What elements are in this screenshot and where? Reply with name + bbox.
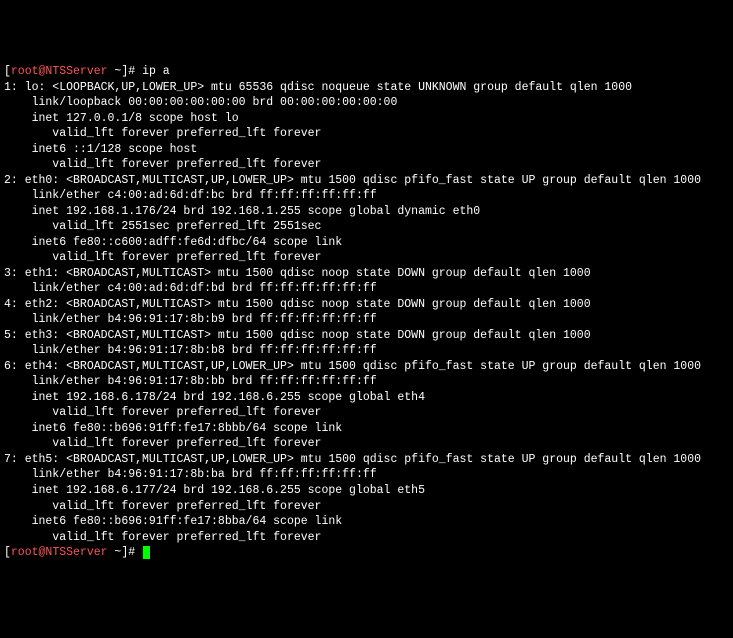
- output-line: inet6 fe80::b696:91ff:fe17:8bba/64 scope…: [4, 514, 729, 530]
- output-line: inet6 fe80::c600:adff:fe6d:dfbc/64 scope…: [4, 235, 729, 251]
- prompt-open: [: [4, 546, 11, 559]
- output-line: inet6 ::1/128 scope host: [4, 142, 729, 158]
- output-line: link/ether c4:00:ad:6d:df:bd brd ff:ff:f…: [4, 281, 729, 297]
- output-line: link/loopback 00:00:00:00:00:00 brd 00:0…: [4, 95, 729, 111]
- output-line: valid_lft forever preferred_lft forever: [4, 530, 729, 546]
- output-line: inet 192.168.1.176/24 brd 192.168.1.255 …: [4, 204, 729, 220]
- output-line: valid_lft forever preferred_lft forever: [4, 250, 729, 266]
- output-line: valid_lft 2551sec preferred_lft 2551sec: [4, 219, 729, 235]
- cursor: [143, 546, 150, 559]
- output-line: 1: lo: <LOOPBACK,UP,LOWER_UP> mtu 65536 …: [4, 80, 729, 96]
- command-output: 1: lo: <LOOPBACK,UP,LOWER_UP> mtu 65536 …: [4, 80, 729, 545]
- output-line: 5: eth3: <BROADCAST,MULTICAST> mtu 1500 …: [4, 328, 729, 344]
- prompt-user-host: root@NTSServer: [11, 65, 108, 78]
- terminal-prompt-line: [root@NTSServer ~]#: [4, 545, 729, 561]
- output-line: link/ether b4:96:91:17:8b:b8 brd ff:ff:f…: [4, 343, 729, 359]
- command-text: ip a: [142, 65, 170, 78]
- output-line: inet6 fe80::b696:91ff:fe17:8bbb/64 scope…: [4, 421, 729, 437]
- output-line: valid_lft forever preferred_lft forever: [4, 126, 729, 142]
- output-line: valid_lft forever preferred_lft forever: [4, 157, 729, 173]
- prompt-path: ~: [108, 546, 122, 559]
- output-line: link/ether b4:96:91:17:8b:ba brd ff:ff:f…: [4, 467, 729, 483]
- output-line: 4: eth2: <BROADCAST,MULTICAST> mtu 1500 …: [4, 297, 729, 313]
- output-line: inet 192.168.6.177/24 brd 192.168.6.255 …: [4, 483, 729, 499]
- output-line: link/ether c4:00:ad:6d:df:bc brd ff:ff:f…: [4, 188, 729, 204]
- output-line: link/ether b4:96:91:17:8b:bb brd ff:ff:f…: [4, 374, 729, 390]
- prompt-user-host: root@NTSServer: [11, 546, 108, 559]
- terminal-line: [root@NTSServer ~]# ip a: [4, 64, 729, 80]
- output-line: valid_lft forever preferred_lft forever: [4, 405, 729, 421]
- output-line: link/ether b4:96:91:17:8b:b9 brd ff:ff:f…: [4, 312, 729, 328]
- prompt-open: [: [4, 65, 11, 78]
- output-line: valid_lft forever preferred_lft forever: [4, 436, 729, 452]
- prompt-close: ]#: [121, 65, 142, 78]
- output-line: 3: eth1: <BROADCAST,MULTICAST> mtu 1500 …: [4, 266, 729, 282]
- output-line: 6: eth4: <BROADCAST,MULTICAST,UP,LOWER_U…: [4, 359, 729, 375]
- output-line: inet 192.168.6.178/24 brd 192.168.6.255 …: [4, 390, 729, 406]
- output-line: inet 127.0.0.1/8 scope host lo: [4, 111, 729, 127]
- prompt-path: ~: [108, 65, 122, 78]
- prompt-close: ]#: [121, 546, 142, 559]
- output-line: 7: eth5: <BROADCAST,MULTICAST,UP,LOWER_U…: [4, 452, 729, 468]
- output-line: 2: eth0: <BROADCAST,MULTICAST,UP,LOWER_U…: [4, 173, 729, 189]
- output-line: valid_lft forever preferred_lft forever: [4, 499, 729, 515]
- terminal[interactable]: [root@NTSServer ~]# ip a1: lo: <LOOPBACK…: [4, 64, 729, 561]
